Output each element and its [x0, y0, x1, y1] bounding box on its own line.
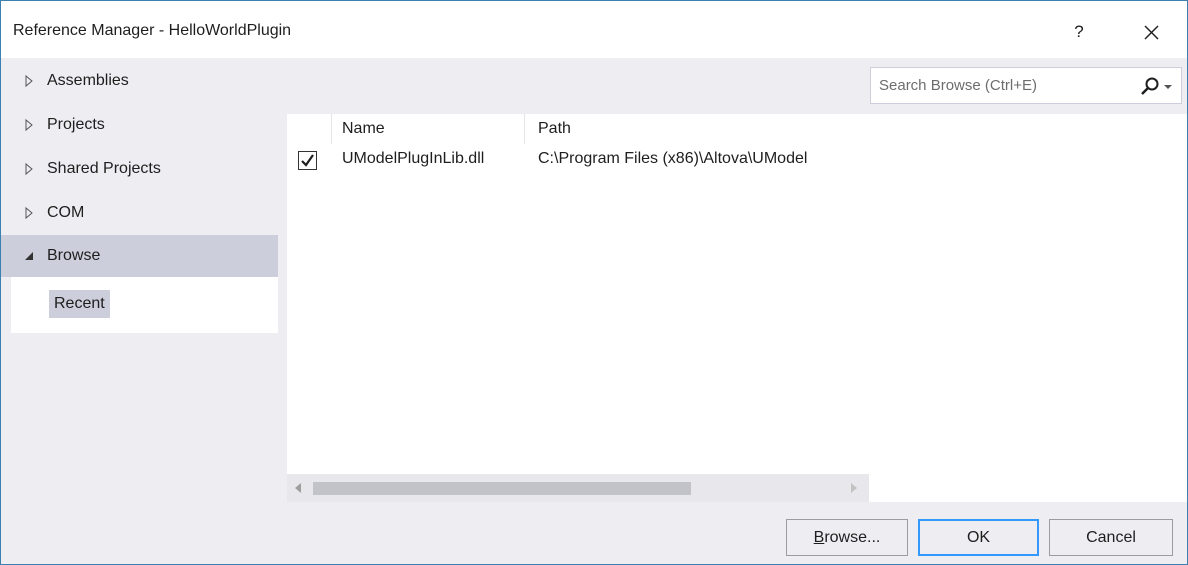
search-icon[interactable] [1139, 76, 1161, 98]
nav-item-label: Assemblies [47, 72, 129, 89]
nav-item-shared-projects[interactable]: Shared Projects [1, 148, 278, 190]
expand-arrow-icon [25, 74, 33, 88]
nav-item-assemblies[interactable]: Assemblies [1, 60, 278, 102]
expand-arrow-icon [25, 162, 33, 176]
nav-item-label: Browse [47, 247, 101, 264]
cancel-button[interactable]: Cancel [1049, 519, 1173, 556]
search-input[interactable] [871, 68, 1126, 103]
reference-list: Name Path UModelPlugInLib.dll C:\Program… [287, 114, 869, 502]
reference-manager-dialog: Reference Manager - HelloWorldPlugin ? A… [0, 0, 1188, 565]
category-nav: Assemblies Projects Shared Projects COM … [1, 58, 278, 532]
browse-label: rowse... [824, 529, 881, 546]
nav-item-label: COM [47, 204, 85, 221]
scrollbar-thumb[interactable] [313, 482, 691, 495]
scroll-right-icon[interactable] [851, 483, 857, 493]
nav-subpanel-browse: Recent [11, 277, 278, 333]
close-button[interactable] [1134, 15, 1168, 49]
title-bar[interactable]: Reference Manager - HelloWorldPlugin ? [1, 1, 1187, 58]
window-title: Reference Manager - HelloWorldPlugin [13, 22, 292, 39]
row-name: UModelPlugInLib.dll [342, 150, 485, 167]
nav-subitem-recent[interactable]: Recent [49, 290, 110, 318]
help-button[interactable]: ? [1064, 15, 1094, 49]
browse-button[interactable]: Browse... [786, 519, 908, 556]
close-icon [1144, 25, 1159, 40]
horizontal-scrollbar[interactable] [287, 474, 869, 502]
browse-accelerator: B [813, 529, 825, 546]
column-header-path[interactable]: Path [525, 114, 869, 144]
nav-item-label: Shared Projects [47, 160, 161, 177]
row-path: C:\Program Files (x86)\Altova\UModel [538, 150, 808, 167]
scroll-left-icon[interactable] [295, 483, 301, 493]
expand-arrow-icon [25, 206, 33, 220]
nav-item-label: Projects [47, 116, 105, 133]
checkmark-icon [301, 154, 314, 167]
nav-item-browse[interactable]: Browse [1, 235, 278, 277]
nav-item-projects[interactable]: Projects [1, 104, 278, 146]
help-icon: ? [1074, 22, 1084, 41]
column-header-name[interactable]: Name [332, 114, 525, 144]
search-box [870, 67, 1182, 104]
include-checkbox[interactable] [298, 151, 317, 170]
ok-button[interactable]: OK [918, 519, 1039, 556]
column-header-checkbox[interactable] [287, 114, 332, 144]
chevron-down-icon[interactable] [1163, 82, 1173, 92]
nav-item-com[interactable]: COM [1, 192, 278, 234]
list-header: Name Path [287, 114, 869, 144]
list-row[interactable]: UModelPlugInLib.dll C:\Program Files (x8… [287, 144, 869, 174]
expand-arrow-icon [25, 118, 33, 132]
collapse-arrow-icon [25, 252, 33, 260]
details-pane [869, 114, 1187, 502]
